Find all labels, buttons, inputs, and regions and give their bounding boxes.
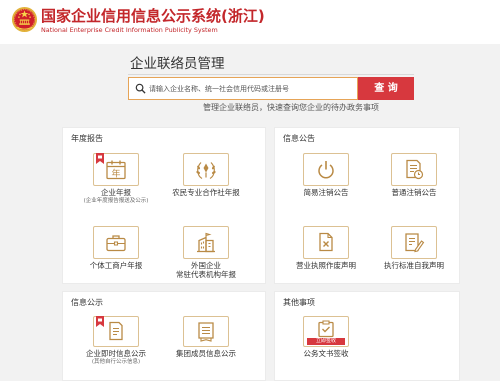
national-emblem-icon[interactable]: [11, 6, 38, 33]
calendar-year-glyph: 年: [111, 168, 120, 180]
liaison-heading: 企业联络员管理: [128, 55, 414, 75]
tile-label: 普通注销公告: [391, 188, 437, 197]
site-title[interactable]: 国家企业信用信息公示系统(浙江): [41, 7, 265, 25]
icon-box: [391, 153, 437, 186]
document-pen-icon: [402, 231, 426, 254]
search-input[interactable]: [149, 78, 354, 99]
tile-label: 农民专业合作社年报: [172, 188, 240, 197]
power-icon: [314, 158, 338, 181]
icon-box: 立即签收: [303, 316, 349, 347]
tile-general-deregistration-notice[interactable]: 普通注销公告: [369, 153, 459, 209]
panel-title: 信息公告: [283, 134, 315, 143]
icon-box: [183, 316, 229, 347]
tile-enterprise-annual-report[interactable]: 年 企业年报 (企业年度报告报送及公示): [71, 153, 161, 209]
document-clock-icon: [402, 158, 426, 181]
tile-sublabel: (其他自行公示信息): [91, 359, 141, 365]
icon-box: [303, 226, 349, 259]
binder-icon: [194, 320, 218, 343]
icon-box: [93, 226, 139, 259]
tile-instant-info-publicity[interactable]: 企业即时信息公示 (其他自行公示信息): [71, 316, 161, 372]
site-header: 国家企业信用信息公示系统(浙江) National Enterprise Cre…: [0, 0, 500, 44]
tile-label: 简易注销公告: [303, 188, 349, 197]
panel-annual-report: 年度报告 年 企业年报 (企业年度报告报送及公示) 农民专业合作社年报 个体工商…: [62, 127, 266, 284]
tile-simple-deregistration-notice[interactable]: 简易注销公告: [281, 153, 371, 209]
liaison-heading-text: 企业联络员管理: [130, 56, 225, 72]
search-hint: 管理企业联络员，快速查询您企业的待办政务事项: [203, 103, 379, 112]
tile-license-void-statement[interactable]: 营业执照作废声明: [281, 226, 371, 282]
tile-label: 营业执照作废声明: [296, 261, 356, 270]
icon-box: 年: [93, 153, 139, 186]
tile-label-line2: 常驻代表机构年报: [176, 270, 236, 279]
site-subtitle: National Enterprise Credit Information P…: [41, 26, 218, 34]
tile-standard-self-declaration[interactable]: 执行标准自我声明: [369, 226, 459, 282]
panel-title: 信息公示: [71, 298, 103, 307]
tile-group-member-publicity[interactable]: 集团成员信息公示: [161, 316, 251, 372]
briefcase-icon: [104, 231, 128, 254]
panel-title: 其他事项: [283, 298, 315, 307]
icon-box: [391, 226, 437, 259]
panel-other: 其他事项 立即签收 公务文书签收: [274, 291, 460, 381]
sign-now-badge: 立即签收: [307, 338, 345, 345]
tile-cooperative-annual-report[interactable]: 农民专业合作社年报: [161, 153, 251, 209]
panel-publicity: 信息公示 企业即时信息公示 (其他自行公示信息) 集团成员信息公示: [62, 291, 266, 381]
tile-official-document-receipt[interactable]: 立即签收 公务文书签收: [281, 316, 371, 372]
tile-foreign-office-annual-report[interactable]: 外国企业 常驻代表机构年报: [161, 226, 251, 282]
tile-label: 企业即时信息公示: [86, 349, 146, 358]
document-lines-icon: [104, 320, 128, 343]
icon-box: [303, 153, 349, 186]
panel-notices: 信息公告 简易注销公告 普通注销公告 营业执照作废声明 执行标准自我声明: [274, 127, 460, 284]
search-icon: [135, 83, 146, 94]
document-cancel-icon: [314, 231, 338, 254]
panel-title: 年度报告: [71, 134, 103, 143]
tile-label: 个体工商户年报: [89, 261, 143, 270]
calendar-year-icon: 年: [104, 158, 128, 180]
building-icon: [194, 231, 218, 254]
tile-individual-business-annual-report[interactable]: 个体工商户年报: [71, 226, 161, 282]
tile-label: 企业年报: [101, 188, 131, 197]
search-button[interactable]: 查 询: [358, 77, 414, 100]
tile-label: 集团成员信息公示: [176, 349, 236, 358]
icon-box: [183, 153, 229, 186]
hot-tag-icon: [96, 316, 104, 327]
hot-tag-icon: [96, 153, 104, 164]
wheat-emblem-icon: [196, 158, 216, 181]
icon-box: [93, 316, 139, 347]
tile-sublabel: (企业年度报告报送及公示): [83, 198, 149, 204]
tile-label: 公务文书签收: [303, 349, 349, 358]
icon-box: [183, 226, 229, 259]
tile-label: 执行标准自我声明: [384, 261, 444, 270]
search-box[interactable]: [128, 77, 358, 100]
tile-label: 外国企业: [191, 261, 221, 270]
